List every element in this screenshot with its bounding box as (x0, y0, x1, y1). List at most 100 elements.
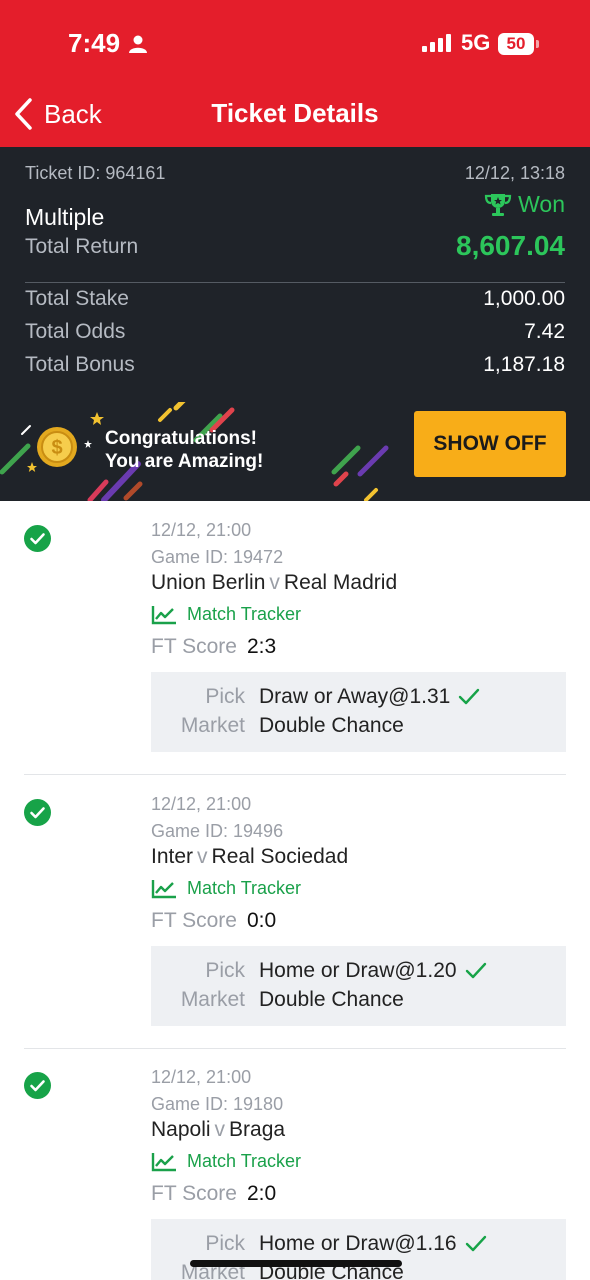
chart-icon (151, 1152, 176, 1171)
stat-total-stake: Total Stake 1,000.00 (25, 287, 565, 317)
pick-label: Pick (205, 959, 245, 982)
selection-item: 12/12, 21:00 Game ID: 19472 Union Berlin… (0, 501, 590, 775)
status-badge: Won (484, 191, 565, 218)
pick-details: Pick Home or Draw@1.16 Market Double Cha… (151, 1219, 566, 1280)
market-label: Market (180, 714, 245, 737)
home-team: Napoli (151, 1118, 211, 1141)
pick-row: Pick Home or Draw@1.20 (151, 959, 566, 987)
market-row: Market Double Chance (151, 988, 566, 1016)
match-tracker-link[interactable]: Match Tracker (151, 1151, 301, 1172)
ft-score: FT Score 2:0 (151, 1182, 276, 1206)
check-circle-icon (24, 525, 51, 552)
ft-score-value: 2:0 (246, 1182, 277, 1205)
summary-divider (25, 282, 565, 283)
match-time: 12/12, 21:00 (151, 520, 252, 540)
checkmark-icon (465, 962, 486, 979)
pick-row: Pick Home or Draw@1.16 (151, 1232, 566, 1260)
total-return-label: Total Return (25, 235, 139, 258)
show-off-button[interactable]: SHOW OFF (414, 411, 566, 477)
network-type: 5G (461, 30, 491, 55)
home-indicator[interactable] (190, 1260, 402, 1267)
pick-value-wrap: Draw or Away@1.31 (259, 685, 480, 709)
match-tracker-link[interactable]: Match Tracker (151, 604, 301, 625)
stat-total-bonus: Total Bonus 1,187.18 (25, 353, 565, 383)
ft-score-label: FT Score (151, 635, 237, 658)
game-id: Game ID: 19180 (151, 1094, 284, 1114)
market-label: Market (180, 988, 245, 1011)
match-teams: Union Berlin v Real Madrid (151, 571, 397, 595)
pick-value-wrap: Home or Draw@1.20 (259, 959, 487, 983)
market-row: Market Double Chance (151, 714, 566, 742)
game-id: Game ID: 19472 (151, 547, 284, 567)
total-return-value: 8,607.04 (456, 230, 565, 261)
match-tracker-label: Match Tracker (187, 878, 302, 898)
ft-score-value: 2:3 (246, 635, 277, 658)
ft-score-label: FT Score (151, 909, 237, 932)
stat-label: Total Odds (25, 320, 126, 343)
checkmark-icon (465, 1235, 486, 1252)
stat-value: 1,000.00 (483, 287, 565, 310)
person-icon (129, 35, 147, 53)
svg-text:$: $ (51, 437, 62, 459)
page-title: Ticket Details (211, 98, 379, 128)
battery-tip (536, 40, 539, 48)
match-teams: Napoli v Braga (151, 1118, 285, 1142)
battery-level: 50 (498, 33, 534, 55)
match-teams: Inter v Real Sociedad (151, 845, 348, 869)
match-time: 12/12, 21:00 (151, 794, 252, 814)
signal-icon (422, 34, 451, 52)
stat-label: Total Stake (25, 287, 129, 310)
stat-total-odds: Total Odds 7.42 (25, 320, 565, 350)
selection-item: 12/12, 21:00 Game ID: 19180 Napoli v Braga… (0, 1048, 590, 1280)
ft-score: FT Score 2:3 (151, 635, 276, 659)
away-team: Real Madrid (283, 571, 398, 594)
top-bar: 7:49 5G 50 Back Ticket Details (0, 0, 590, 147)
bet-type: Multiple (25, 204, 105, 230)
check-circle-icon (24, 1072, 51, 1099)
pick-label: Pick (205, 1232, 245, 1255)
chart-icon (151, 879, 176, 898)
coin-icon: $ (37, 427, 77, 467)
check-circle-icon (24, 799, 51, 826)
ft-score-value: 0:0 (246, 909, 277, 932)
market-value: Double Chance (259, 714, 404, 737)
chart-icon (151, 605, 176, 624)
pick-value-wrap: Home or Draw@1.16 (259, 1232, 487, 1256)
status-time: 7:49 (68, 28, 121, 58)
selection-item: 12/12, 21:00 Game ID: 19496 Inter v Real S… (0, 775, 590, 1049)
versus-label: v (214, 1118, 226, 1141)
pick-row: Pick Draw or Away@1.31 (151, 685, 566, 713)
trophy-icon (485, 193, 512, 216)
pick-label: Pick (205, 685, 245, 708)
market-value: Double Chance (259, 988, 404, 1011)
ticket-id: Ticket ID: 964161 (25, 163, 166, 183)
ticket-date: 12/12, 13:18 (464, 163, 565, 183)
congrats-text: Congratulations! You are Amazing! (105, 427, 263, 473)
match-tracker-label: Match Tracker (187, 604, 302, 624)
home-team: Union Berlin (151, 571, 266, 594)
away-team: Braga (229, 1118, 286, 1141)
ft-score-label: FT Score (151, 1182, 237, 1205)
ft-score: FT Score 0:0 (151, 909, 276, 933)
versus-label: v (197, 845, 208, 868)
pick-value: Draw or Away@1.31 (259, 685, 451, 708)
status-text: Won (518, 191, 565, 217)
match-tracker-label: Match Tracker (187, 1151, 302, 1171)
pick-details: Pick Home or Draw@1.20 Market Double Cha… (151, 946, 566, 1026)
match-time: 12/12, 21:00 (151, 1067, 252, 1087)
pick-value: Home or Draw@1.20 (259, 959, 457, 982)
congrats-banner: $ Congratulations! You are Amazing! SHOW… (0, 402, 590, 501)
match-tracker-link[interactable]: Match Tracker (151, 878, 301, 899)
stat-label: Total Bonus (25, 353, 135, 376)
congrats-line-2: You are Amazing! (105, 451, 264, 472)
away-team: Real Sociedad (211, 845, 349, 868)
home-team: Inter (151, 845, 194, 868)
ticket-summary: Ticket ID: 964161 12/12, 13:18 Multiple … (0, 147, 590, 501)
pick-details: Pick Draw or Away@1.31 Market Double Cha… (151, 672, 566, 752)
congrats-line-1: Congratulations! (105, 428, 257, 449)
stat-value: 7.42 (524, 320, 565, 343)
checkmark-icon (459, 688, 480, 705)
versus-label: v (269, 571, 280, 594)
game-id: Game ID: 19496 (151, 821, 284, 841)
stat-value: 1,187.18 (483, 353, 565, 376)
